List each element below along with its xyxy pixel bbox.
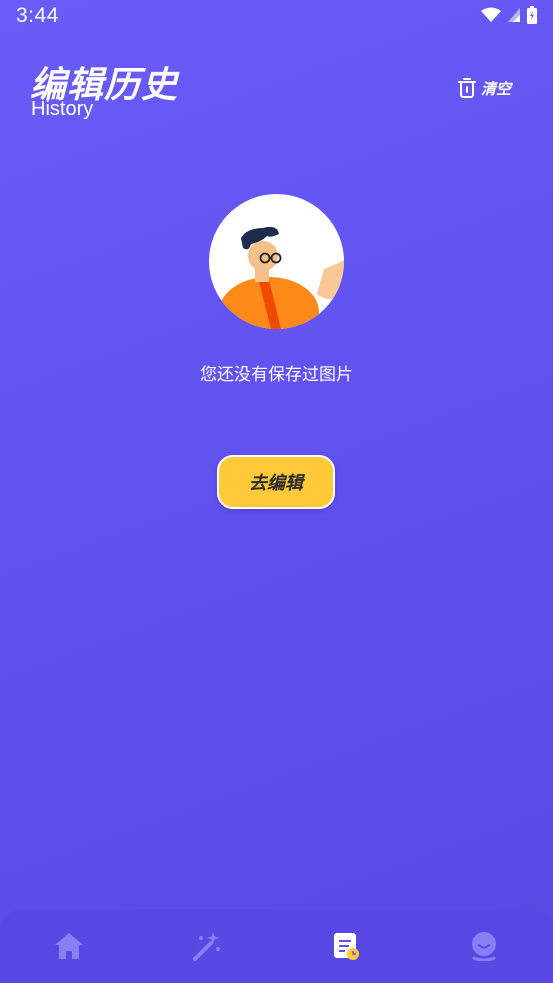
home-icon xyxy=(55,933,84,959)
status-time: 3:44 xyxy=(16,4,59,27)
battery-icon xyxy=(527,6,537,24)
tab-magic[interactable] xyxy=(138,909,276,983)
bottom-tab-bar xyxy=(0,909,553,983)
magic-wand-icon xyxy=(193,932,221,961)
empty-message: 您还没有保存过图片 xyxy=(200,365,353,385)
tab-home[interactable] xyxy=(0,909,138,983)
status-icons xyxy=(481,6,537,24)
signal-icon xyxy=(508,8,520,22)
clear-label: 清空 xyxy=(480,79,511,98)
history-icon xyxy=(333,933,359,960)
wifi-icon xyxy=(481,7,501,22)
profile-icon xyxy=(471,932,496,961)
clear-button[interactable]: 清空 xyxy=(457,77,511,99)
trash-icon xyxy=(457,78,476,98)
status-bar: 3:44 xyxy=(0,0,553,34)
page-subtitle: History xyxy=(31,98,94,120)
tab-profile[interactable] xyxy=(415,909,553,983)
empty-state-illustration xyxy=(209,194,344,329)
tab-history[interactable] xyxy=(277,909,415,983)
go-edit-button[interactable]: 去编辑 xyxy=(217,455,335,509)
